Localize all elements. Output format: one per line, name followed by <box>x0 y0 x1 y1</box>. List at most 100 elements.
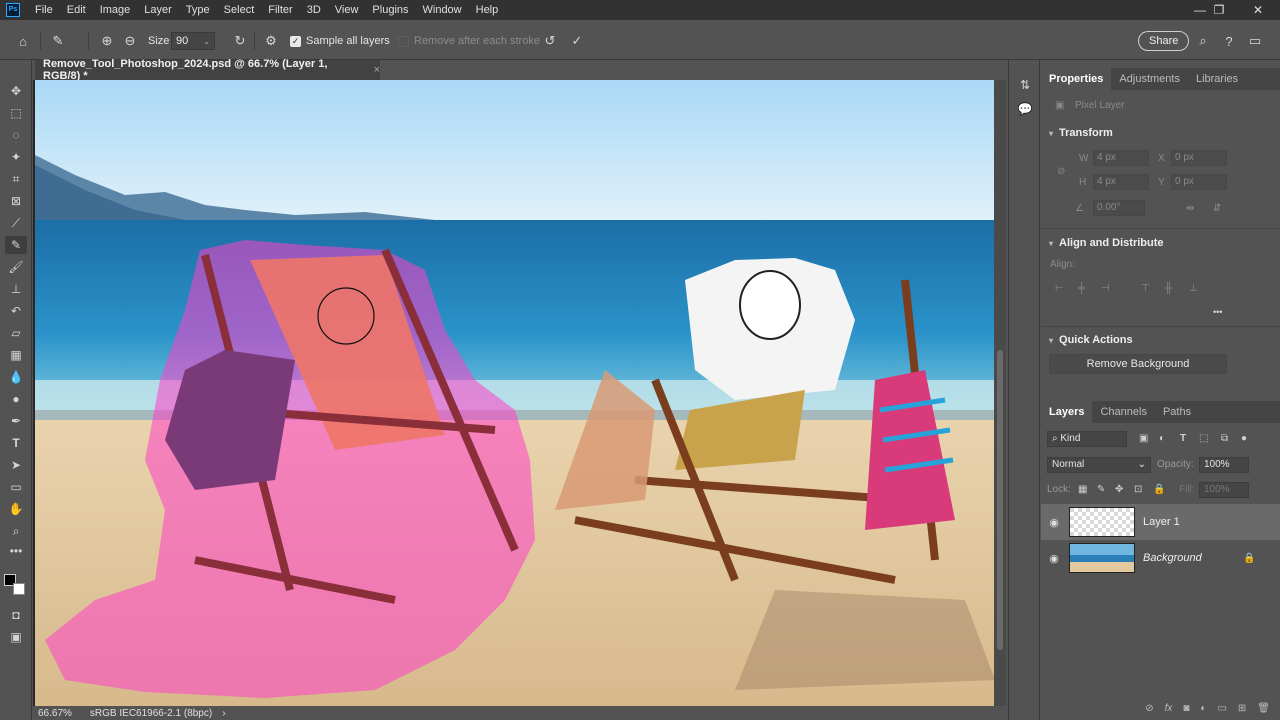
eyedropper-tool-icon[interactable]: ⟋ <box>5 214 27 232</box>
search-icon[interactable]: ⌕ <box>1194 32 1212 50</box>
menu-help[interactable]: Help <box>469 4 506 16</box>
home-icon[interactable]: ⌂ <box>14 32 32 50</box>
layer-name[interactable]: Layer 1 <box>1143 516 1180 528</box>
align-left-icon[interactable]: ⊢ <box>1055 283 1064 294</box>
blur-tool-icon[interactable]: 💧 <box>5 368 27 386</box>
tab-layers[interactable]: Layers <box>1041 401 1093 423</box>
gradient-tool-icon[interactable]: ▦ <box>5 346 27 364</box>
flip-vertical-icon[interactable]: ⇵ <box>1213 203 1221 214</box>
brush-tool-icon[interactable]: 🖌 <box>5 258 27 276</box>
menu-plugins[interactable]: Plugins <box>365 4 415 16</box>
close-window-icon[interactable]: ✕ <box>1240 0 1276 20</box>
marquee-tool-icon[interactable]: ⬚ <box>5 104 27 122</box>
filter-shape-icon[interactable]: ⬚ <box>1199 433 1208 444</box>
background-color-swatch[interactable] <box>13 583 25 595</box>
trash-icon[interactable]: 🗑 <box>1257 703 1270 714</box>
reset-icon[interactable]: ↺ <box>541 32 559 50</box>
remove-background-button[interactable]: Remove Background <box>1049 354 1227 374</box>
pen-tool-icon[interactable]: ✒ <box>5 412 27 430</box>
dodge-tool-icon[interactable]: ● <box>5 390 27 408</box>
menu-window[interactable]: Window <box>416 4 469 16</box>
remove-tool-icon[interactable]: ✎ <box>5 236 27 254</box>
add-brush-mode-icon[interactable]: ⊕ <box>98 32 116 50</box>
more-options-icon[interactable]: ••• <box>1213 307 1222 317</box>
eraser-tool-icon[interactable]: ▱ <box>5 324 27 342</box>
type-tool-icon[interactable]: T <box>5 434 27 452</box>
tab-channels[interactable]: Channels <box>1092 401 1154 423</box>
angle-field[interactable]: 0.00° <box>1093 200 1145 216</box>
layer-name[interactable]: Background <box>1143 552 1202 564</box>
transform-section-header[interactable]: ▾ Transform <box>1049 127 1113 139</box>
clone-stamp-tool-icon[interactable]: ⊥ <box>5 280 27 298</box>
width-field[interactable]: 4 px <box>1093 150 1149 166</box>
link-icon[interactable]: ⊘ <box>1057 166 1065 177</box>
filter-adjustment-icon[interactable]: ◐ <box>1159 433 1165 444</box>
quick-actions-header[interactable]: ▾ Quick Actions <box>1049 334 1133 346</box>
restore-icon[interactable]: ❐ <box>1201 0 1237 20</box>
screen-mode-icon[interactable]: ▣ <box>5 628 27 646</box>
magic-wand-tool-icon[interactable]: ✦ <box>5 148 27 166</box>
menu-layer[interactable]: Layer <box>137 4 179 16</box>
filter-pixel-icon[interactable]: ▣ <box>1139 433 1148 444</box>
share-button[interactable]: Share <box>1138 31 1190 51</box>
hand-tool-icon[interactable]: ✋ <box>5 500 27 518</box>
new-layer-icon[interactable]: ⊞ <box>1238 703 1246 714</box>
path-selection-tool-icon[interactable]: ➤ <box>5 456 27 474</box>
lock-position-icon[interactable]: ✥ <box>1115 484 1123 495</box>
tab-paths[interactable]: Paths <box>1155 401 1199 423</box>
fx-icon[interactable]: fx <box>1165 703 1173 714</box>
subtract-brush-mode-icon[interactable]: ⊖ <box>121 32 139 50</box>
add-mask-icon[interactable]: ◙ <box>1183 703 1189 714</box>
more-tools-icon[interactable]: ••• <box>5 542 27 560</box>
align-section-header[interactable]: ▾ Align and Distribute <box>1049 237 1164 249</box>
y-field[interactable]: 0 px <box>1171 174 1227 190</box>
canvas-area[interactable] <box>33 80 1003 706</box>
tab-properties[interactable]: Properties <box>1041 68 1112 90</box>
fill-input[interactable]: 100% <box>1199 482 1249 498</box>
layer-row-layer-1[interactable]: ◉ Layer 1 <box>1041 504 1280 540</box>
blend-mode-select[interactable]: Normal ⌄ <box>1047 457 1151 473</box>
gear-icon[interactable]: ⚙ <box>262 32 280 50</box>
rectangle-tool-icon[interactable]: ▭ <box>5 478 27 496</box>
layer-row-background[interactable]: ◉ Background 🔒 <box>1041 540 1280 576</box>
lasso-tool-icon[interactable]: ◌ <box>5 126 27 144</box>
status-menu-arrow-icon[interactable]: › <box>222 708 225 719</box>
menu-edit[interactable]: Edit <box>60 4 93 16</box>
flip-horizontal-icon[interactable]: ⇹ <box>1186 203 1194 214</box>
pressure-size-icon[interactable]: ↻ <box>231 32 249 50</box>
lock-artboard-icon[interactable]: ⊡ <box>1134 484 1142 495</box>
move-tool-icon[interactable]: ✥ <box>5 82 27 100</box>
zoom-tool-icon[interactable]: ⌕ <box>5 522 27 540</box>
vertical-scrollbar[interactable] <box>994 80 1006 706</box>
menu-select[interactable]: Select <box>217 4 262 16</box>
align-bottom-icon[interactable]: ⊥ <box>1189 283 1198 294</box>
menu-view[interactable]: View <box>328 4 366 16</box>
zoom-level[interactable]: 66.67% <box>38 708 72 719</box>
comments-panel-icon[interactable]: 💬 <box>1014 100 1036 118</box>
history-brush-tool-icon[interactable]: ↶ <box>5 302 27 320</box>
lock-transparent-icon[interactable]: ▦ <box>1078 484 1087 495</box>
menu-3d[interactable]: 3D <box>300 4 328 16</box>
align-middle-icon[interactable]: ╫ <box>1165 283 1172 294</box>
x-field[interactable]: 0 px <box>1171 150 1227 166</box>
menu-type[interactable]: Type <box>179 4 217 16</box>
history-panel-icon[interactable]: ⇅ <box>1014 76 1036 94</box>
filter-smart-object-icon[interactable]: ⧉ <box>1221 433 1228 444</box>
adjustment-layer-icon[interactable]: ◐ <box>1200 703 1206 714</box>
scrollbar-thumb[interactable] <box>997 350 1003 650</box>
close-tab-icon[interactable]: × <box>374 64 380 76</box>
layer-kind-filter[interactable]: ⌕ Kind <box>1047 431 1127 447</box>
menu-filter[interactable]: Filter <box>261 4 299 16</box>
quick-mask-icon[interactable]: ◘ <box>5 606 27 624</box>
visibility-eye-icon[interactable]: ◉ <box>1041 552 1067 565</box>
beach-photo-canvas[interactable] <box>35 80 996 706</box>
menu-file[interactable]: File <box>28 4 60 16</box>
document-tab[interactable]: Remove_Tool_Photoshop_2024.psd @ 66.7% (… <box>35 58 380 82</box>
remove-after-stroke-checkbox[interactable]: Remove after each stroke <box>398 22 540 60</box>
align-right-icon[interactable]: ⊣ <box>1101 283 1110 294</box>
lock-all-icon[interactable]: 🔒 <box>1153 484 1165 495</box>
size-input[interactable]: 90 ⌄ <box>171 32 215 50</box>
filter-toggle-icon[interactable]: ● <box>1241 433 1247 444</box>
tab-libraries[interactable]: Libraries <box>1188 68 1246 90</box>
sample-all-layers-checkbox[interactable]: ✓ Sample all layers <box>290 22 390 60</box>
